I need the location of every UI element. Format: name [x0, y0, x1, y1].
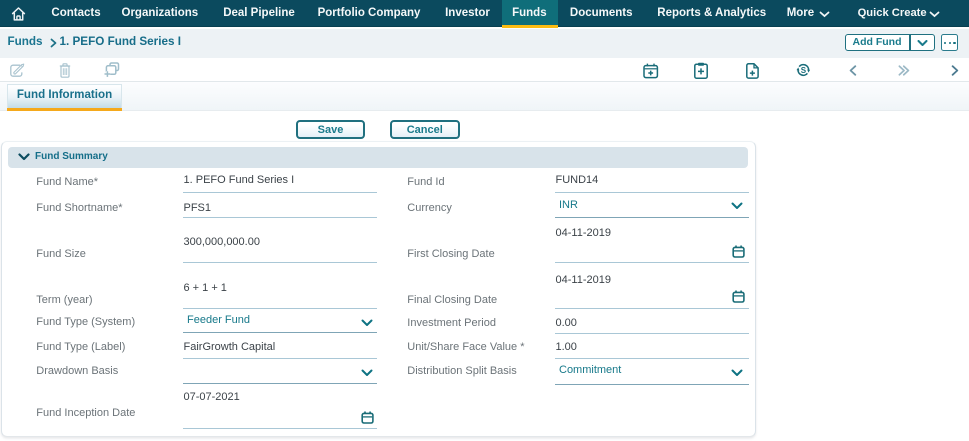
svg-text:S: S: [801, 66, 807, 75]
